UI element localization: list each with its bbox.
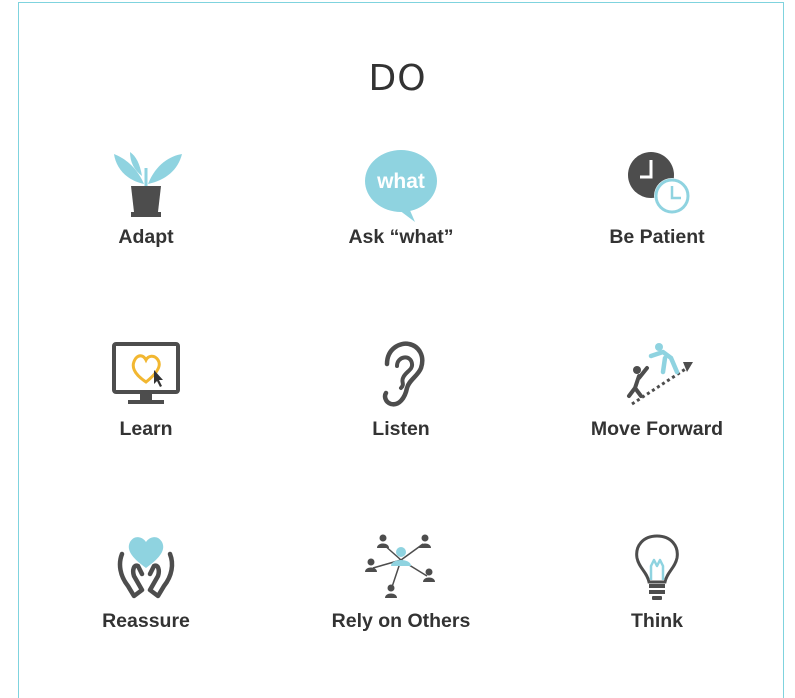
item-label: Be Patient	[609, 226, 705, 248]
item-label: Think	[631, 610, 683, 632]
item-ask-what: what Ask “what”	[291, 146, 511, 249]
item-label: Ask “what”	[348, 226, 454, 248]
lightbulb-icon	[635, 534, 679, 600]
climbing-stairs-icon	[627, 343, 693, 406]
item-label: Rely on Others	[331, 610, 471, 632]
item-learn: Learn	[36, 338, 256, 441]
item-reassure: Reassure	[36, 530, 256, 633]
item-be-patient: Be Patient	[547, 146, 767, 249]
bubble-text: what	[376, 170, 425, 193]
item-adapt: Adapt	[36, 146, 256, 249]
item-label: Move Forward	[590, 418, 724, 440]
item-listen: Listen	[291, 338, 511, 441]
clock-icon	[628, 152, 690, 214]
item-think: Think	[547, 530, 767, 633]
network-people-icon	[365, 534, 435, 598]
item-label: Listen	[372, 418, 430, 440]
item-label: Learn	[119, 418, 173, 440]
item-label: Reassure	[102, 610, 190, 632]
item-rely-on-others: Rely on Others	[291, 530, 511, 633]
item-label: Adapt	[118, 226, 174, 248]
item-move-forward: Move Forward	[547, 338, 767, 441]
ear-icon	[382, 341, 425, 407]
page-title: DO	[368, 58, 427, 99]
speech-bubble-icon: what	[365, 150, 437, 222]
hands-heart-icon	[117, 537, 175, 599]
monitor-icon	[112, 342, 180, 404]
plant-icon	[114, 152, 182, 217]
